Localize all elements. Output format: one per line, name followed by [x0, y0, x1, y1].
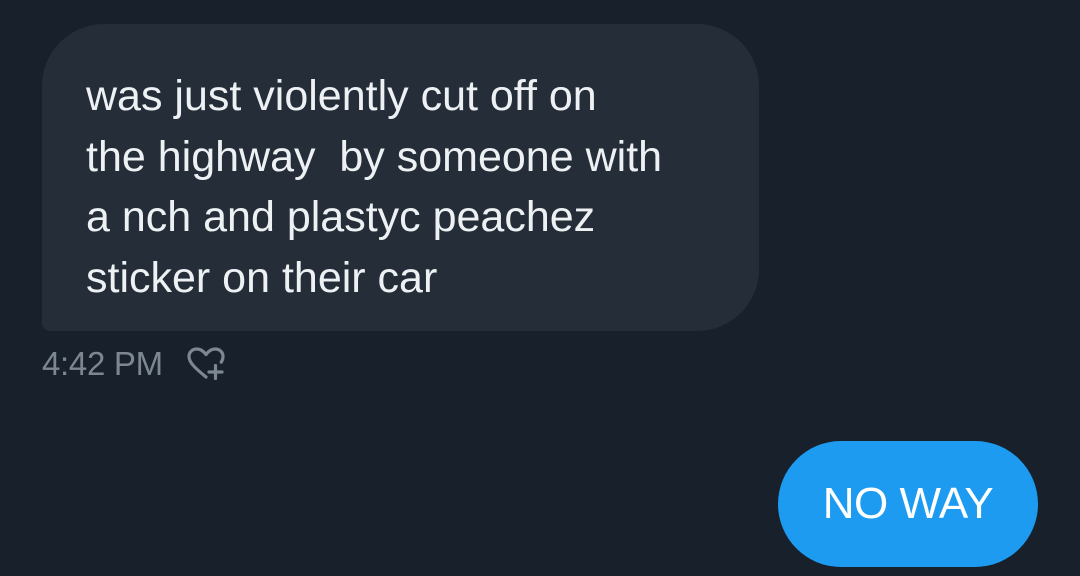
- received-message-line: sticker on their car: [86, 253, 438, 302]
- sent-message-bubble[interactable]: NO WAY: [778, 441, 1038, 567]
- sent-message-text: NO WAY: [822, 479, 994, 528]
- received-message-bubble[interactable]: was just violently cut off on the highwa…: [42, 24, 759, 331]
- message-thread: was just violently cut off on the highwa…: [0, 0, 1080, 576]
- received-message-line: the highway by someone with: [86, 132, 663, 181]
- add-reaction-button[interactable]: [183, 342, 229, 386]
- message-timestamp: 4:42 PM: [42, 345, 163, 382]
- received-message-line: was just violently cut off on: [86, 72, 597, 120]
- heart-plus-icon: [187, 347, 225, 381]
- message-meta: 4:42 PM: [42, 342, 229, 386]
- received-message-line: a nch and plastyc peachez: [86, 193, 596, 241]
